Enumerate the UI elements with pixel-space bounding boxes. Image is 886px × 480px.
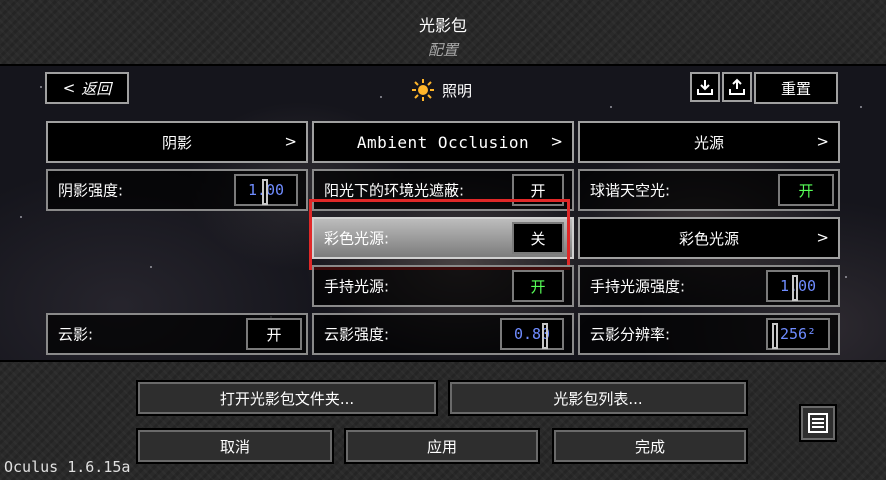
colored-lights-menu-label: 彩色光源 (678, 229, 739, 248)
ao-sunlight-value: 开 (530, 181, 546, 200)
chevron-right-icon: > (816, 228, 829, 247)
cloud-shadow-res-label: 云影分辨率: (590, 325, 671, 344)
shadows-menu-button[interactable]: 阴影 > (46, 121, 308, 163)
page-title: 光影包 (418, 16, 467, 35)
cancel-button[interactable]: 取消 (136, 428, 334, 464)
back-button[interactable]: < 返回 (45, 72, 129, 104)
section-title: 照明 (442, 81, 473, 100)
cloud-shadow-strength-row: 云影强度: 0.80 (312, 313, 574, 355)
back-label: 返回 (81, 79, 112, 98)
shadow-strength-slider[interactable]: 1.00 (234, 174, 298, 206)
apply-button[interactable]: 应用 (344, 428, 540, 464)
sh-sky-light-value: 开 (798, 181, 814, 200)
download-button[interactable] (690, 72, 720, 102)
shadows-label: 阴影 (161, 133, 192, 152)
cloud-shadows-label: 云影: (58, 325, 94, 344)
cloud-shadow-strength-label: 云影强度: (324, 325, 390, 344)
handheld-lights-toggle[interactable]: 开 (512, 270, 564, 302)
shadow-strength-label: 阴影强度: (58, 181, 124, 200)
upload-icon (729, 78, 745, 95)
cloud-shadow-res-value: 256² (779, 325, 817, 343)
reset-button[interactable]: 重置 (754, 72, 838, 104)
page-subtitle: 配置 (427, 41, 458, 59)
cloud-shadow-res-slider[interactable]: 256² (766, 318, 830, 350)
highlight-box (309, 199, 570, 270)
sh-sky-light-toggle[interactable]: 开 (778, 174, 834, 206)
upload-button[interactable] (722, 72, 752, 102)
light-sources-label: 光源 (693, 133, 724, 152)
cloud-shadows-toggle[interactable]: 开 (246, 318, 302, 350)
open-shaderpack-folder-button[interactable]: 打开光影包文件夹... (136, 380, 438, 416)
shadow-strength-row: 阴影强度: 1.00 (46, 169, 308, 211)
handheld-lights-value: 开 (530, 277, 546, 296)
handheld-lights-label: 手持光源: (324, 277, 390, 296)
cloud-shadows-row: 云影: 开 (46, 313, 308, 355)
cloud-shadow-res-row: 云影分辨率: 256² (578, 313, 840, 355)
chevron-right-icon: > (284, 132, 297, 151)
colored-lights-menu-button[interactable]: 彩色光源 > (578, 217, 840, 259)
handheld-strength-row: 手持光源强度: 1.00 (578, 265, 840, 307)
sh-sky-light-label: 球谐天空光: (590, 181, 671, 200)
ao-menu-button[interactable]: Ambient Occlusion > (312, 121, 574, 163)
version-label: Oculus 1.6.15a (4, 458, 131, 476)
sun-icon (412, 79, 434, 101)
screen-icon (808, 413, 828, 433)
ao-label: Ambient Occlusion (356, 132, 530, 152)
download-icon (697, 80, 713, 95)
section-header: 照明 (412, 79, 472, 101)
chevron-left-icon: < (62, 79, 76, 97)
cloud-shadow-strength-slider[interactable]: 0.80 (500, 318, 564, 350)
chevron-right-icon: > (550, 132, 563, 151)
chevron-right-icon: > (816, 132, 829, 151)
screen-toggle-button[interactable] (799, 404, 837, 442)
slider-handle[interactable] (772, 323, 778, 349)
done-button[interactable]: 完成 (552, 428, 748, 464)
handheld-strength-label: 手持光源强度: (590, 277, 686, 296)
slider-handle[interactable] (262, 179, 268, 205)
handheld-lights-row: 手持光源: 开 (312, 265, 574, 307)
handheld-strength-value: 1.00 (779, 277, 817, 295)
light-sources-menu-button[interactable]: 光源 > (578, 121, 840, 163)
slider-handle[interactable] (792, 275, 798, 301)
ao-sunlight-label: 阳光下的环境光遮蔽: (324, 181, 465, 200)
sh-sky-light-row: 球谐天空光: 开 (578, 169, 840, 211)
slider-handle[interactable] (542, 323, 548, 349)
shaderpack-list-button[interactable]: 光影包列表... (448, 380, 748, 416)
handheld-strength-slider[interactable]: 1.00 (766, 270, 830, 302)
cloud-shadows-value: 开 (266, 325, 282, 344)
